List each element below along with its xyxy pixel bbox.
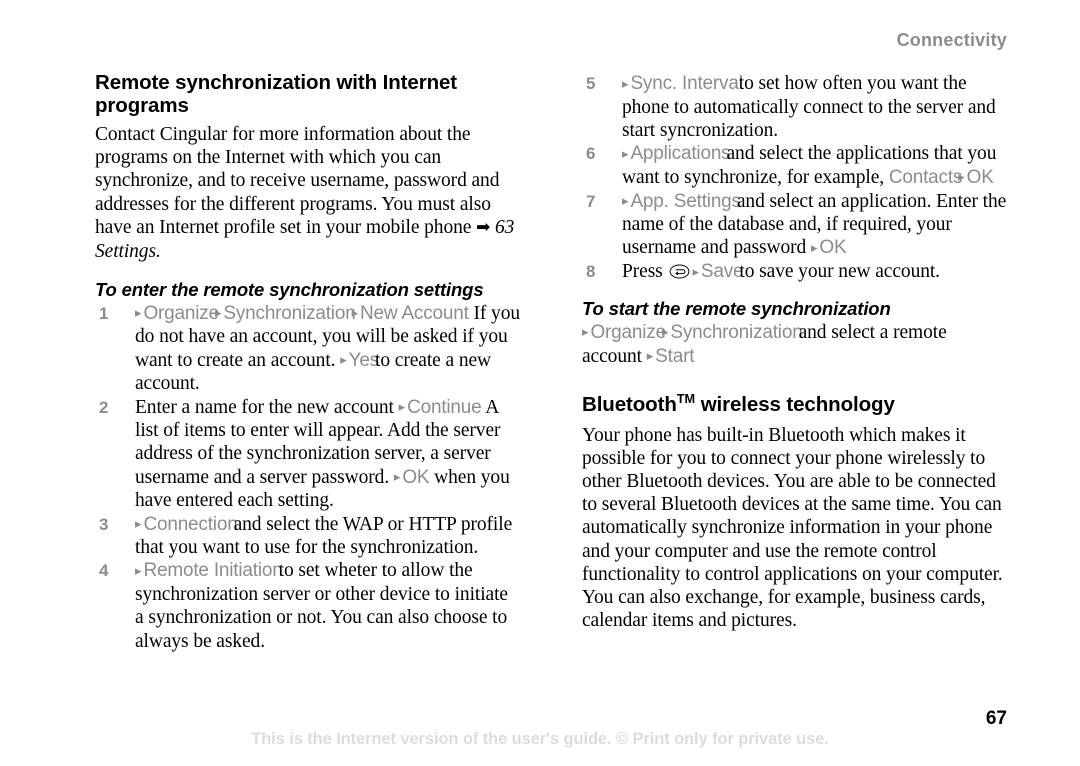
menu-arrow-icon: ▸ [622,146,629,162]
section-heading-bluetooth: BluetoothTM wireless technology [582,388,1010,416]
step-number: 4 [99,561,109,581]
menu-label-continue[interactable]: Continue [407,397,482,418]
menu-arrow-icon: ▸ [340,353,347,369]
menu-arrow-icon: ▸ [646,349,654,365]
step-number: 3 [99,514,109,534]
step-text-lead: Press [622,261,668,283]
menu-label-app-settings[interactable]: App. Settings [630,191,741,212]
menu-arrow-icon: ▸ [135,306,142,322]
menu-arrow-icon: ▸ [351,306,359,322]
cross-reference-arrow-icon: ➡ [476,217,491,238]
step-item: 8 Press ▸ Saveto save your new account. [582,260,1010,284]
menu-arrow-icon: ▸ [135,563,142,579]
bluetooth-paragraph: Your phone has built-in Bluetooth which … [582,424,1003,632]
menu-arrow-icon: ▸ [622,76,629,92]
procedure-heading-start-sync: To start the remote synchronization [582,297,891,319]
steps-list-right: 5 ▸ Sync. Intervalto set how often you wan… [582,72,1010,284]
chapter-header: Connectivity [896,30,1007,50]
menu-label-contacts[interactable]: Contacts [889,167,963,188]
left-column: Remote synchronization with Internet pro… [95,71,520,653]
step-item: 7 ▸ App. Settingsand select an application… [582,190,1010,261]
step-item: 2 Enter a name for the new account ▸ Conti… [95,396,520,513]
trademark-symbol: TM [676,391,696,407]
step-item: 1 ▸ Organize▸ Synchronization▸ New Account I… [95,302,520,396]
menu-arrow-icon: ▸ [661,325,669,341]
menu-label-start[interactable]: Start [655,346,694,367]
menu-arrow-icon: ▸ [582,325,589,341]
menu-arrow-icon: ▸ [958,170,965,186]
intro-text: Contact Cingular for more information ab… [95,124,500,238]
section-heading-remote-sync: Remote synchronization with Internet pro… [95,71,458,117]
menu-arrow-icon: ▸ [393,470,401,486]
menu-label-save[interactable]: Save [701,261,744,282]
step-number: 6 [586,144,596,164]
menu-arrow-icon: ▸ [692,264,699,280]
right-column: 5 ▸ Sync. Intervalto set how often you wan… [582,72,1010,632]
intro-paragraph: Contact Cingular for more information ab… [95,123,520,263]
step-number: 8 [586,262,596,282]
menu-arrow-icon: ▸ [214,306,222,322]
step-item: 5 ▸ Sync. Intervalto set how often you wan… [582,72,1010,142]
menu-label-remote-initiation[interactable]: Remote Initiation [143,560,282,581]
start-sync-paragraph: ▸ Organize▸ Synchronizationand select a re… [582,321,1010,368]
step-item: 6 ▸ Applicationsand select the application… [582,142,1010,189]
menu-label-ok[interactable]: OK [402,467,429,488]
menu-label-organize[interactable]: Organize [590,322,666,343]
steps-list-left: 1 ▸ Organize▸ Synchronization▸ New Account I… [95,302,520,653]
menu-arrow-icon: ▸ [810,240,818,256]
menu-label-ok[interactable]: OK [967,167,994,188]
menu-label-synchronization[interactable]: Synchronization [223,303,355,324]
menu-label-applications[interactable]: Applications [630,143,730,164]
menu-label-connection[interactable]: Connection [143,514,237,535]
menu-arrow-icon: ▸ [398,400,406,416]
step-text-lead: Enter a name for the new account [135,396,399,418]
bluetooth-heading-word: Bluetooth [582,393,677,417]
back-key-icon [669,262,690,279]
menu-label-ok[interactable]: OK [819,237,846,258]
footer-notice: This is the Internet version of the user… [251,730,829,748]
menu-label-new-account[interactable]: New Account [360,303,469,324]
menu-label-organize[interactable]: Organize [143,303,219,324]
menu-arrow-icon: ▸ [135,517,142,533]
procedure-heading-enter-settings: To enter the remote synchronization sett… [95,278,484,300]
step-number: 1 [99,303,109,323]
step-item: 4 ▸ Remote Initiationto set wheter to allo… [95,559,520,652]
menu-label-synchronization[interactable]: Synchronization [670,322,802,343]
step-text-tail: to save your new account. [739,261,940,283]
bluetooth-heading-rest: wireless technology [695,393,895,417]
menu-arrow-icon: ▸ [622,194,629,210]
page-number: 67 [985,708,1007,729]
step-number: 5 [586,74,596,93]
step-number: 2 [99,397,109,417]
step-item: 3 ▸ Connectionand select the WAP or HTTP p… [95,513,520,560]
step-number: 7 [586,191,596,211]
menu-label-sync-interval[interactable]: Sync. Interval [630,73,743,94]
